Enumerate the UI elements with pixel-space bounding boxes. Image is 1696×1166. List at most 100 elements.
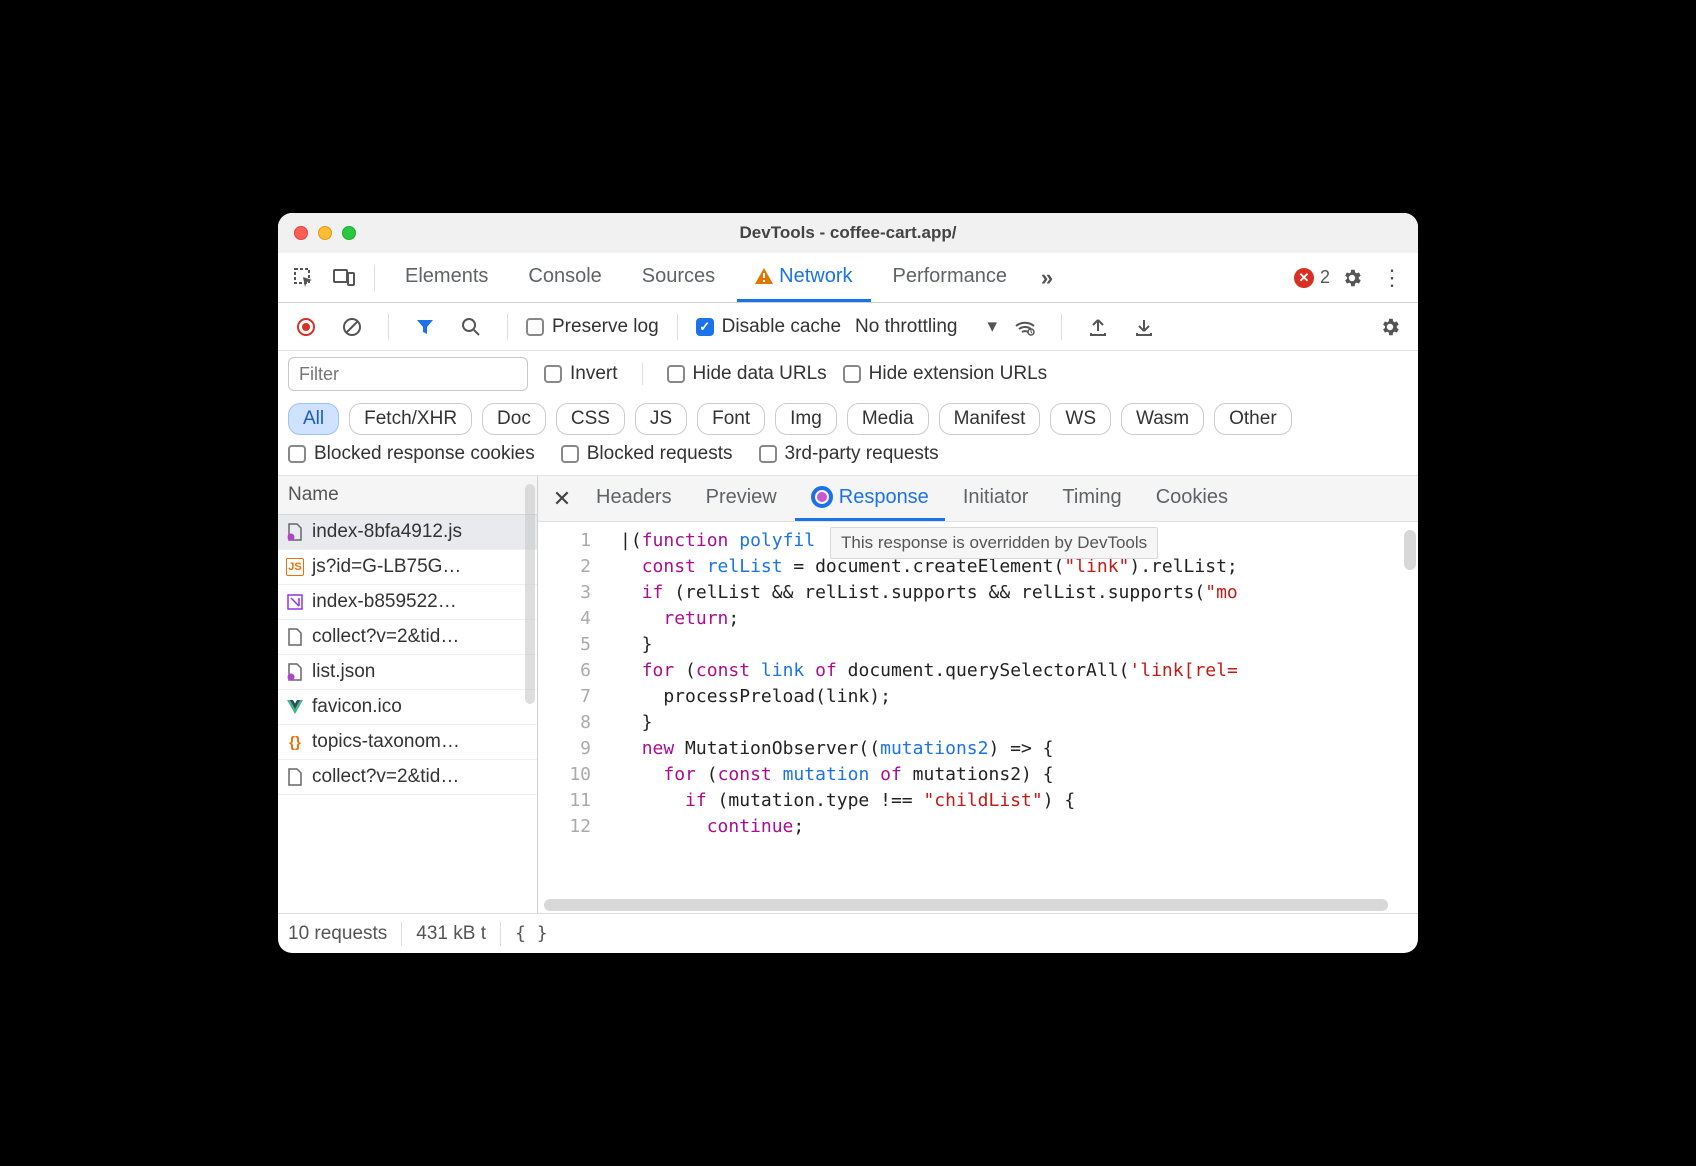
request-row[interactable]: collect?v=2&tid… bbox=[278, 620, 537, 655]
pretty-print-button[interactable]: { } bbox=[515, 923, 548, 944]
checkbox-unchecked-icon bbox=[544, 365, 562, 383]
type-filter-img[interactable]: Img bbox=[775, 403, 837, 435]
request-row[interactable]: index-8bfa4912.js bbox=[278, 515, 537, 550]
window-maximize-button[interactable] bbox=[342, 226, 356, 240]
tab-network[interactable]: Network bbox=[737, 253, 870, 302]
request-name: collect?v=2&tid… bbox=[312, 626, 459, 648]
json-braces-icon: {} bbox=[286, 733, 304, 751]
request-row[interactable]: index-b859522… bbox=[278, 585, 537, 620]
request-list[interactable]: index-8bfa4912.js JS js?id=G-LB75G… inde… bbox=[278, 515, 537, 913]
type-filter-fetch-xhr[interactable]: Fetch/XHR bbox=[349, 403, 472, 435]
tab-console[interactable]: Console bbox=[510, 253, 619, 302]
blocked-cookies-checkbox[interactable]: Blocked response cookies bbox=[288, 443, 535, 465]
request-row[interactable]: list.json bbox=[278, 655, 537, 690]
network-conditions-icon[interactable] bbox=[1007, 309, 1043, 345]
detail-tab-initiator[interactable]: Initiator bbox=[947, 476, 1045, 521]
type-filter-doc[interactable]: Doc bbox=[482, 403, 546, 435]
record-button[interactable] bbox=[288, 309, 324, 345]
checkbox-checked-icon bbox=[696, 318, 714, 336]
type-filter-all[interactable]: All bbox=[288, 403, 339, 435]
third-party-label: 3rd-party requests bbox=[785, 443, 939, 465]
checkbox-unchecked-icon bbox=[526, 318, 544, 336]
type-filter-css[interactable]: CSS bbox=[556, 403, 625, 435]
invert-checkbox[interactable]: Invert bbox=[544, 363, 618, 385]
network-toolbar: Preserve log Disable cache No throttling… bbox=[278, 303, 1418, 351]
js-file-override-icon bbox=[286, 523, 304, 541]
third-party-checkbox[interactable]: 3rd-party requests bbox=[759, 443, 939, 465]
hide-ext-urls-checkbox[interactable]: Hide extension URLs bbox=[843, 363, 1047, 385]
type-filter-other[interactable]: Other bbox=[1214, 403, 1292, 435]
detail-tab-cookies[interactable]: Cookies bbox=[1140, 476, 1244, 521]
document-icon bbox=[286, 628, 304, 646]
scrollbar-horizontal[interactable] bbox=[544, 899, 1388, 911]
window-titlebar: DevTools - coffee-cart.app/ bbox=[278, 213, 1418, 253]
checkbox-unchecked-icon bbox=[667, 365, 685, 383]
detail-tab-timing[interactable]: Timing bbox=[1046, 476, 1137, 521]
inspect-element-icon[interactable] bbox=[286, 260, 322, 296]
kebab-menu-icon[interactable]: ⋮ bbox=[1374, 260, 1410, 296]
tab-network-label: Network bbox=[779, 265, 852, 288]
device-toggle-icon[interactable] bbox=[326, 260, 362, 296]
type-filter-js[interactable]: JS bbox=[635, 403, 687, 435]
request-name: js?id=G-LB75G… bbox=[312, 556, 461, 578]
close-panel-button[interactable]: ✕ bbox=[546, 486, 578, 512]
network-settings-icon[interactable] bbox=[1372, 309, 1408, 345]
search-icon[interactable] bbox=[453, 309, 489, 345]
throttling-select[interactable]: No throttling ▾ bbox=[855, 315, 997, 338]
override-indicator-icon bbox=[811, 486, 833, 508]
detail-tab-headers[interactable]: Headers bbox=[580, 476, 688, 521]
blocked-cookies-label: Blocked response cookies bbox=[314, 443, 535, 465]
override-tooltip: This response is overridden by DevTools bbox=[830, 527, 1158, 559]
tab-sources[interactable]: Sources bbox=[624, 253, 733, 302]
checkbox-unchecked-icon bbox=[561, 445, 579, 463]
more-tabs-icon[interactable]: » bbox=[1029, 260, 1065, 296]
tab-performance[interactable]: Performance bbox=[875, 253, 1026, 302]
request-list-panel: Name index-8bfa4912.js JS js?id=G-LB75G…… bbox=[278, 476, 538, 913]
tab-elements[interactable]: Elements bbox=[387, 253, 506, 302]
divider bbox=[1061, 314, 1062, 340]
response-code-viewer[interactable]: 123456789101112 |(function polyfil const… bbox=[538, 522, 1418, 913]
settings-icon[interactable] bbox=[1334, 260, 1370, 296]
filter-input[interactable] bbox=[288, 357, 528, 391]
type-filter-wasm[interactable]: Wasm bbox=[1121, 403, 1204, 435]
request-name: topics-taxonom… bbox=[312, 731, 460, 753]
blocked-requests-checkbox[interactable]: Blocked requests bbox=[561, 443, 733, 465]
disable-cache-checkbox[interactable]: Disable cache bbox=[696, 316, 841, 338]
checkbox-unchecked-icon bbox=[759, 445, 777, 463]
detail-tabs: ✕ Headers Preview Response Initiator Tim… bbox=[538, 476, 1418, 522]
hide-ext-urls-label: Hide extension URLs bbox=[869, 363, 1047, 385]
js-file-icon: JS bbox=[286, 558, 304, 576]
json-file-icon bbox=[286, 663, 304, 681]
request-name: favicon.ico bbox=[312, 696, 402, 718]
throttling-value: No throttling bbox=[855, 316, 957, 338]
preserve-log-checkbox[interactable]: Preserve log bbox=[526, 316, 659, 338]
scrollbar-vertical[interactable] bbox=[1404, 530, 1416, 570]
request-row[interactable]: favicon.ico bbox=[278, 690, 537, 725]
request-row[interactable]: JS js?id=G-LB75G… bbox=[278, 550, 537, 585]
request-name: index-b859522… bbox=[312, 591, 457, 613]
type-filter-ws[interactable]: WS bbox=[1050, 403, 1111, 435]
divider bbox=[374, 265, 375, 291]
request-row[interactable]: {} topics-taxonom… bbox=[278, 725, 537, 760]
window-minimize-button[interactable] bbox=[318, 226, 332, 240]
scrollbar-vertical[interactable] bbox=[525, 484, 535, 704]
filter-toggle-icon[interactable] bbox=[407, 309, 443, 345]
code-content[interactable]: |(function polyfil const relList = docum… bbox=[610, 522, 1418, 913]
request-name: index-8bfa4912.js bbox=[312, 521, 462, 543]
divider bbox=[677, 314, 678, 340]
clear-button[interactable] bbox=[334, 309, 370, 345]
detail-tab-preview[interactable]: Preview bbox=[690, 476, 793, 521]
list-column-header[interactable]: Name bbox=[278, 476, 537, 515]
request-row[interactable]: collect?v=2&tid… bbox=[278, 760, 537, 795]
upload-har-icon[interactable] bbox=[1080, 309, 1116, 345]
disable-cache-label: Disable cache bbox=[722, 316, 841, 338]
hide-data-urls-checkbox[interactable]: Hide data URLs bbox=[667, 363, 827, 385]
network-body: Name index-8bfa4912.js JS js?id=G-LB75G…… bbox=[278, 476, 1418, 913]
download-har-icon[interactable] bbox=[1126, 309, 1162, 345]
type-filter-media[interactable]: Media bbox=[847, 403, 929, 435]
detail-tab-response[interactable]: Response bbox=[795, 476, 945, 521]
error-count[interactable]: ✕ 2 bbox=[1294, 267, 1330, 288]
type-filter-font[interactable]: Font bbox=[697, 403, 765, 435]
type-filter-manifest[interactable]: Manifest bbox=[939, 403, 1041, 435]
window-close-button[interactable] bbox=[294, 226, 308, 240]
